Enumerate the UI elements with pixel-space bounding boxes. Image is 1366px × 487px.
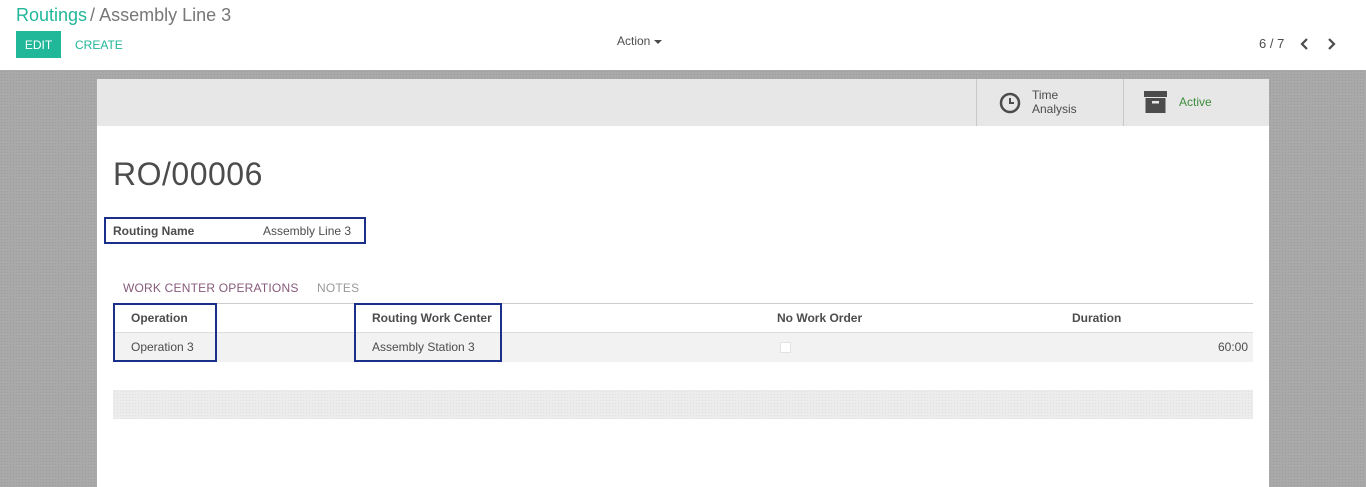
- caret-down-icon: [654, 39, 663, 44]
- action-dropdown[interactable]: Action: [617, 34, 663, 50]
- smart-button-box: Time Analysis Active: [97, 79, 1269, 126]
- pager-value[interactable]: 6 / 7: [1259, 36, 1284, 51]
- control-panel: Routings / Assembly Line 3 EDIT CREATE Act…: [0, 0, 1366, 70]
- chevron-right-icon: [1328, 38, 1336, 50]
- routing-name-field: Routing Name Assembly Line 3: [104, 217, 366, 244]
- table-row[interactable]: Operation 3 Assembly Station 3 60:00: [113, 333, 1253, 362]
- active-label: Active: [1179, 95, 1212, 109]
- breadcrumb-current: Assembly Line 3: [99, 5, 232, 25]
- work-center-cell: Assembly Station 3: [372, 340, 475, 354]
- record-title: RO/00006: [113, 156, 263, 192]
- routing-name-label: Routing Name: [113, 224, 195, 238]
- duration-cell: 60:00: [1217, 340, 1248, 354]
- no-work-order-checkbox: [780, 342, 791, 353]
- routing-name-value: Assembly Line 3: [263, 224, 352, 238]
- breadcrumb-separator: /: [90, 5, 96, 25]
- time-analysis-button[interactable]: Time Analysis: [976, 79, 1123, 126]
- active-toggle-button[interactable]: Active: [1123, 79, 1269, 126]
- tab-work-center-operations[interactable]: WORK CENTER OPERATIONS: [123, 281, 299, 295]
- column-header-duration[interactable]: Duration: [1072, 311, 1121, 325]
- column-header-routing-work-center[interactable]: Routing Work Center: [372, 311, 492, 325]
- breadcrumb-routings-link[interactable]: Routings: [16, 5, 87, 25]
- notebook-tabs: WORK CENTER OPERATIONS NOTES: [113, 272, 1253, 304]
- pager-previous-button[interactable]: [1298, 37, 1312, 51]
- time-analysis-label: Time Analysis: [1032, 88, 1077, 116]
- create-button[interactable]: CREATE: [69, 31, 129, 58]
- clock-icon: [999, 92, 1021, 119]
- column-header-operation[interactable]: Operation: [131, 311, 188, 325]
- operations-table-header: Operation Routing Work Center No Work Or…: [113, 304, 1253, 333]
- operation-cell: Operation 3: [131, 340, 194, 354]
- archive-icon: [1144, 91, 1167, 118]
- action-dropdown-label: Action: [617, 34, 651, 48]
- pager-next-button[interactable]: [1324, 37, 1338, 51]
- breadcrumb: Routings / Assembly Line 3: [16, 4, 231, 26]
- tab-notes[interactable]: NOTES: [317, 281, 359, 295]
- empty-table-row: [113, 390, 1253, 419]
- column-header-no-work-order[interactable]: No Work Order: [777, 311, 862, 325]
- form-sheet: Time Analysis Active RO/00006 Routing Na…: [97, 79, 1269, 487]
- chevron-left-icon: [1300, 38, 1308, 50]
- edit-button[interactable]: EDIT: [16, 31, 61, 58]
